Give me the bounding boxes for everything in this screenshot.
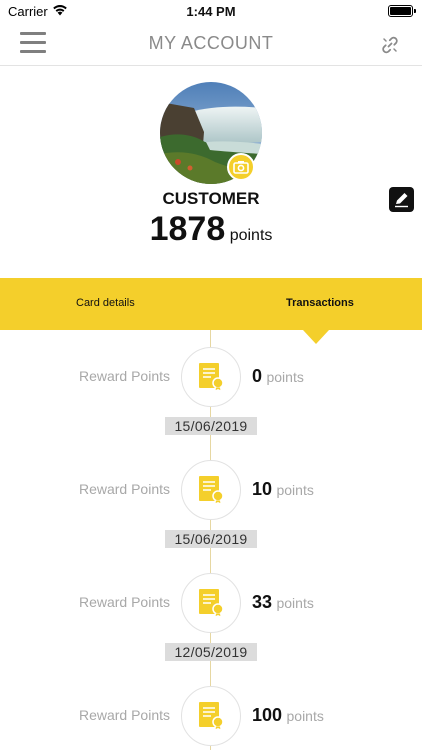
page-title: MY ACCOUNT [148, 33, 274, 53]
transaction-label: Reward Points [78, 481, 170, 497]
transaction-icon-circle [181, 573, 241, 633]
camera-icon [233, 161, 249, 174]
customer-name: CUSTOMER [162, 189, 260, 208]
transaction-date: 15/06/2019 [165, 417, 257, 435]
tab-transactions[interactable]: Transactions [286, 297, 354, 309]
transaction-item[interactable]: Reward Points 10 points 15/06/2019 [0, 460, 422, 573]
transaction-date: 12/05/2019 [165, 643, 257, 661]
transaction-item[interactable]: Reward Points 0 points 15/06/2019 [0, 347, 422, 460]
points-unit: points [229, 227, 273, 244]
transaction-label: Reward Points [78, 368, 170, 384]
transaction-points: 100 points [252, 705, 324, 726]
active-tab-indicator [303, 330, 329, 344]
transaction-unit: points [286, 708, 324, 724]
transaction-points: 0 points [252, 366, 304, 387]
transaction-icon-circle [181, 686, 241, 746]
reward-certificate-icon [199, 702, 224, 731]
transaction-value: 33 [252, 592, 273, 612]
reward-certificate-icon [199, 363, 224, 392]
points-total: 1878 [149, 210, 226, 248]
tab-card-details[interactable]: Card details [76, 297, 135, 309]
battery-icon [388, 5, 416, 17]
transaction-item[interactable]: Reward Points 33 points 12/05/2019 [0, 573, 422, 686]
transaction-value: 10 [252, 479, 273, 499]
tab-bar: Card details Transactions [0, 278, 422, 330]
reward-certificate-icon [199, 476, 224, 505]
transaction-label: Reward Points [78, 707, 170, 723]
transaction-icon-circle [181, 460, 241, 520]
transaction-unit: points [276, 482, 314, 498]
transaction-label: Reward Points [78, 594, 170, 610]
transaction-unit: points [266, 369, 304, 385]
status-bar: Carrier 1:44 PM [0, 0, 422, 22]
reward-certificate-icon [199, 589, 224, 618]
transaction-date: 15/06/2019 [165, 530, 257, 548]
transaction-points: 33 points [252, 592, 314, 613]
transaction-value: 100 [252, 705, 283, 725]
link-icon[interactable] [380, 35, 400, 55]
nav-bar: MY ACCOUNT [0, 22, 422, 66]
transaction-item[interactable]: Reward Points 100 points [0, 686, 422, 750]
transaction-icon-circle [181, 347, 241, 407]
transaction-value: 0 [252, 366, 263, 386]
points-summary: 1878 points [0, 210, 422, 249]
camera-badge[interactable] [227, 153, 255, 181]
transaction-points: 10 points [252, 479, 314, 500]
status-time: 1:44 PM [186, 4, 236, 19]
transaction-unit: points [276, 595, 314, 611]
